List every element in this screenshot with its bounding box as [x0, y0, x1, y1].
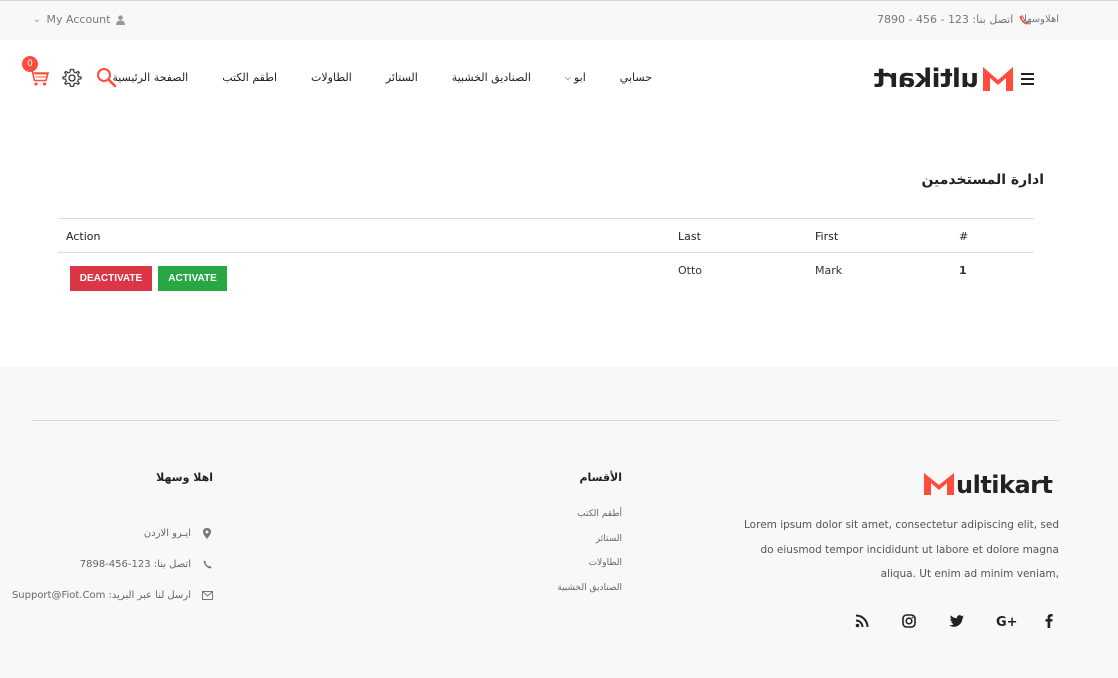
nav-item-home[interactable]: الصفحة الرئيسية	[112, 71, 188, 84]
users-table: Action Last First # DEACTIVATE ACTIVATE …	[58, 218, 1034, 305]
logo-text: ultikart	[874, 64, 979, 94]
cell-last: Otto	[678, 264, 703, 277]
header-last: Last	[678, 230, 701, 243]
settings-button[interactable]	[62, 68, 82, 92]
nav-item-label: الستائر	[385, 71, 418, 84]
email-text[interactable]: ارسل لنا عبر البريد: Support@Fiot.Com	[12, 590, 191, 601]
phone-text: اتصل بنا: 123-456-7898	[79, 559, 191, 570]
instagram-icon[interactable]	[902, 613, 918, 632]
facebook-icon[interactable]	[1045, 613, 1055, 632]
map-marker-icon	[201, 528, 213, 539]
header-icons: 0	[22, 56, 117, 92]
page-title: ادارة المستخدمين	[921, 172, 1044, 188]
main-nav: حسابي ابو ⌵ الصناديق الخشبية الستائر الطا…	[112, 71, 652, 84]
nav-item-tables[interactable]: الطاولات	[311, 71, 352, 84]
gear-icon	[62, 68, 82, 87]
header-first: First	[815, 230, 839, 243]
top-bar: ⌄ My Account اتصل بنا: 123 - 456 - 7890 …	[0, 0, 1118, 40]
table-header: Action Last First #	[58, 219, 1034, 253]
cart-icon	[29, 69, 50, 86]
contact-email: ارسل لنا عبر البريد: Support@Fiot.Com	[12, 580, 213, 611]
social-links: G+	[855, 613, 1055, 632]
rss-icon[interactable]	[855, 613, 871, 632]
user-icon	[116, 14, 126, 25]
deactivate-button[interactable]: DEACTIVATE	[70, 266, 152, 291]
nav-item-wooden-boxes[interactable]: الصناديق الخشبية	[452, 71, 531, 84]
row-actions: DEACTIVATE ACTIVATE	[70, 266, 227, 291]
cell-num: 1	[959, 264, 967, 277]
table-row: DEACTIVATE ACTIVATE Otto Mark 1	[58, 253, 1034, 305]
footer: ultikart Lorem ipsum dolor sit amet, con…	[0, 367, 1118, 678]
welcome-text: اهلاوسهلا	[1021, 14, 1059, 25]
footer-contact: ايـرو الاردن اتصل بنا: 123-456-7898 ارسل…	[12, 518, 213, 611]
nav-item-label: اطقم الكتب	[222, 71, 278, 84]
footer-logo-text: ultikart	[956, 471, 1053, 499]
nav-item-label: الصناديق الخشبية	[451, 71, 531, 84]
address-text: ايـرو الاردن	[143, 528, 191, 539]
category-link[interactable]: أطقم الكتب	[557, 509, 622, 534]
top-phone: اتصل بنا: 123 - 456 - 7890	[877, 13, 1029, 26]
header-action: Action	[66, 230, 101, 243]
nav-item-curtains[interactable]: الستائر	[386, 71, 418, 84]
logo-m-mark	[924, 473, 954, 495]
category-link[interactable]: الطاولات	[557, 558, 622, 583]
header: 0 حسابي ابو ⌵ الصناديق الخشبية الستائر ال…	[0, 40, 1118, 120]
categories-list: أطقم الكتب الستائر الطاولات الصناديق الخ…	[557, 509, 622, 607]
nav-item-book-sets[interactable]: اطقم الكتب	[222, 71, 277, 84]
nav-item-label: ابو	[573, 71, 586, 84]
cart-button[interactable]: 0	[22, 56, 52, 92]
contact-phone: اتصل بنا: 123-456-7898	[12, 549, 213, 580]
nav-item-label: الطاولات	[311, 71, 352, 84]
categories-title: الأقسام	[579, 471, 622, 484]
cell-first: Mark	[815, 264, 843, 277]
envelope-icon	[201, 591, 213, 600]
footer-categories: الأقسام أطقم الكتب الستائر الطاولات الصن…	[557, 471, 622, 607]
logo-m-mark	[982, 67, 1013, 91]
nav-item-my-account[interactable]: حسابي	[620, 71, 652, 84]
footer-description: Lorem ipsum dolor sit amet, consectetur …	[744, 519, 1059, 580]
top-phone-label: اتصل بنا: 123 - 456 - 7890	[877, 13, 1014, 26]
footer-logo[interactable]: ultikart	[924, 471, 1053, 499]
header-logo[interactable]: ultikart	[874, 64, 1034, 94]
nav-item-label: حسابي	[619, 71, 652, 84]
header-num: #	[959, 230, 969, 243]
my-account-dropdown[interactable]: ⌄ My Account	[33, 13, 126, 26]
nav-item-abu[interactable]: ابو ⌵	[565, 71, 586, 84]
twitter-icon[interactable]	[949, 613, 965, 632]
phone-icon	[201, 560, 213, 569]
contact-address: ايـرو الاردن	[12, 518, 213, 549]
footer-divider	[32, 420, 1059, 421]
google-plus-icon[interactable]: G+	[996, 615, 1018, 630]
my-account-label: My Account	[46, 13, 111, 26]
chevron-down-icon: ⌄	[33, 14, 41, 25]
welcome-title: اهلا وسهلا	[156, 471, 213, 484]
category-link[interactable]: الصناديق الخشبية	[557, 583, 622, 608]
hamburger-menu-icon[interactable]	[1020, 73, 1034, 85]
nav-item-label: الصفحة الرئيسية	[112, 71, 189, 84]
footer-welcome: اهلا وسهلا	[156, 471, 213, 484]
category-link[interactable]: الستائر	[557, 534, 622, 559]
chevron-down-icon: ⌵	[564, 72, 571, 82]
activate-button[interactable]: ACTIVATE	[158, 266, 227, 291]
